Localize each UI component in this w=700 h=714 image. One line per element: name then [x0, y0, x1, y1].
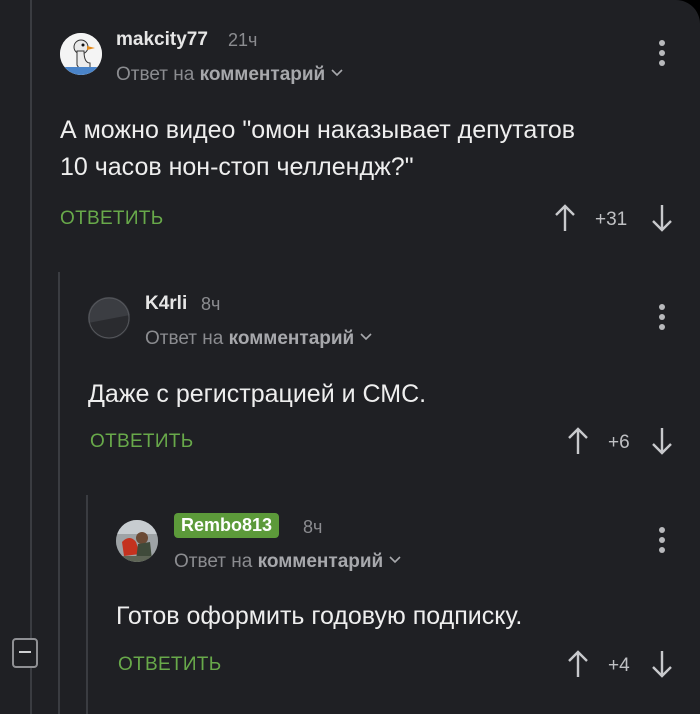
- author-badge[interactable]: Rembo813: [174, 513, 280, 538]
- goose-avatar-icon: [60, 33, 102, 75]
- thread-line-level-2: [58, 272, 60, 714]
- avatar[interactable]: [60, 33, 102, 75]
- thread-line-level-1: [30, 0, 32, 714]
- arrow-down-icon[interactable]: [650, 426, 674, 456]
- comment-text-line: Даже с регистрацией и СМС.: [88, 380, 427, 408]
- chevron-down-icon: [389, 556, 401, 564]
- arrow-up-icon[interactable]: [566, 649, 590, 679]
- reply-prefix: Ответ на: [174, 551, 253, 572]
- arrow-up-icon[interactable]: [566, 426, 590, 456]
- comment-text-line: 10 часов нон-стоп челлендж?": [60, 153, 414, 181]
- comment-text-line: А можно видео "омон наказывает депутатов: [60, 116, 576, 144]
- reply-target: комментарий: [257, 551, 384, 572]
- comment-text: Готов оформить годовую подписку.: [116, 598, 522, 635]
- reply-to-link[interactable]: Ответ на комментарий: [116, 64, 343, 86]
- arrow-down-icon[interactable]: [650, 649, 674, 679]
- avatar[interactable]: [116, 520, 158, 562]
- arrow-up-icon[interactable]: [553, 203, 577, 233]
- reply-button[interactable]: ОТВЕТИТЬ: [118, 654, 221, 676]
- comment-author[interactable]: K4rli: [145, 293, 187, 315]
- comment-author[interactable]: makcity77: [116, 29, 208, 51]
- reply-button[interactable]: ОТВЕТИТЬ: [90, 431, 193, 453]
- comments-thread: makcity77 21ч Ответ на комментарий А мож…: [0, 0, 700, 714]
- rating-value: +6: [608, 432, 630, 453]
- rating-value: +31: [595, 209, 628, 230]
- comment-text-line: Готов оформить годовую подписку.: [116, 602, 523, 630]
- reply-to-link[interactable]: Ответ на комментарий: [174, 551, 401, 573]
- reply-target: комментарий: [199, 64, 326, 85]
- comment-text: Даже с регистрацией и СМС.: [88, 376, 426, 413]
- more-vert-icon[interactable]: [656, 304, 668, 334]
- comment-time: 8ч: [201, 294, 221, 314]
- comment-time: 21ч: [228, 30, 258, 50]
- reply-prefix: Ответ на: [145, 328, 224, 349]
- reply-target: комментарий: [228, 328, 355, 349]
- arrow-down-icon[interactable]: [650, 203, 674, 233]
- chevron-down-icon: [360, 333, 372, 341]
- avatar[interactable]: [88, 297, 130, 339]
- more-vert-icon[interactable]: [656, 527, 668, 557]
- comment-time: 8ч: [303, 517, 323, 537]
- dark-avatar-icon: [88, 297, 130, 339]
- comment-text: А можно видео "омон наказывает депутатов…: [60, 112, 575, 186]
- reply-prefix: Ответ на: [116, 64, 195, 85]
- rating-value: +4: [608, 655, 630, 676]
- reply-to-link[interactable]: Ответ на комментарий: [145, 328, 372, 350]
- more-vert-icon[interactable]: [656, 40, 668, 70]
- thread-line-level-3: [86, 495, 88, 714]
- collapse-thread-icon[interactable]: [12, 638, 38, 668]
- chevron-down-icon: [331, 69, 343, 77]
- photo-avatar-icon: [116, 520, 158, 562]
- reply-button[interactable]: ОТВЕТИТЬ: [60, 208, 163, 230]
